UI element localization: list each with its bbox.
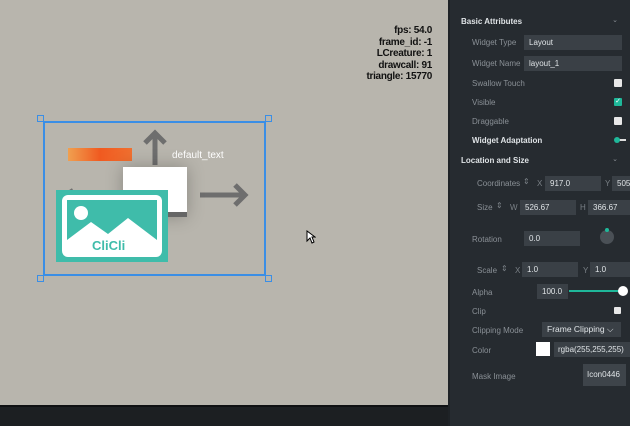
y-label: Y [605,179,611,188]
mask-image-label: Mask Image [472,372,516,381]
basic-attributes-header[interactable]: Basic Attributes [461,17,522,26]
bottom-bar [0,405,448,426]
swallow-touch-label: Swallow Touch [472,79,525,88]
coordinates-label: Coordinates [477,179,521,188]
chevron-down-icon: ⌵ [604,324,614,334]
scale-label: Scale [477,266,498,275]
h-label: H [580,203,586,212]
scale-x-label: X [515,266,521,275]
lcreature: LCreature: 1 [376,48,433,59]
clip-label: Clip [472,307,486,316]
mouse-cursor-icon [306,230,316,244]
alpha-slider-knob[interactable] [618,286,628,296]
color-field[interactable]: rgba(255,255,255) [554,342,630,357]
widget-name-field[interactable]: layout_1 [524,56,622,71]
scale-x-field[interactable]: 1.0 [522,262,578,277]
properties-panel: Basic Attributes ⌄ Widget Type Layout Wi… [450,0,630,426]
scene-canvas[interactable]: fps: 54.0 frame_id: -1 LCreature: 1 draw… [0,0,448,405]
mask-image-button[interactable]: Icon0446 [583,364,626,386]
visible-label: Visible [472,98,496,107]
scale-y-field[interactable]: 1.0 [590,262,630,277]
height-field[interactable]: 366.67 [588,200,630,215]
link-icon[interactable]: ⇕ [496,201,503,210]
rotation-label: Rotation [472,235,502,244]
selection-box[interactable] [43,121,266,276]
rotation-dial[interactable] [600,228,614,244]
swallow-touch-checkbox[interactable] [614,79,622,87]
clipping-mode-dropdown[interactable]: Frame Clipping ⌵ [542,322,621,337]
widget-adaptation-toggle[interactable] [614,137,626,143]
widget-adaptation-label: Widget Adaptation [472,136,543,145]
size-label: Size [477,203,493,212]
clip-checkbox[interactable] [614,307,621,314]
y-field[interactable]: 505. [612,176,630,191]
fps: fps: 54.0 [394,25,432,36]
color-swatch[interactable] [536,342,550,356]
draggable-label: Draggable [472,117,509,126]
alpha-slider[interactable] [569,286,628,296]
link-icon[interactable]: ⇕ [523,177,530,186]
rotation-field[interactable]: 0.0 [524,231,580,246]
triangle: triangle: 15770 [366,71,432,82]
x-label: X [537,179,543,188]
clipping-mode-label: Clipping Mode [472,326,524,335]
width-field[interactable]: 526.67 [520,200,576,215]
chevron-down-icon[interactable]: ⌄ [612,16,618,24]
alpha-slider-fill [569,290,623,292]
widget-type-field: Layout [524,35,622,50]
draggable-checkbox[interactable] [614,117,622,125]
chevron-down-icon[interactable]: ⌄ [612,155,618,163]
drawcall: drawcall: 91 [378,59,432,71]
resize-handle-br[interactable] [265,275,272,282]
x-field[interactable]: 917.0 [545,176,601,191]
color-label: Color [472,346,492,355]
clipping-mode-value: Frame Clipping [547,324,605,334]
link-icon[interactable]: ⇕ [501,264,508,273]
visible-checkbox[interactable]: ✓ [614,98,622,106]
frame-id: frame_id: -1 [378,36,432,48]
stats-overlay: fps: 54.0 frame_id: -1 LCreature: 1 draw… [366,25,432,83]
scale-y-label: Y [583,266,589,275]
resize-handle-tr[interactable] [265,115,272,122]
alpha-field[interactable]: 100.0 [537,284,568,299]
widget-type-label: Widget Type [472,38,517,47]
w-label: W [510,203,518,212]
widget-name-label: Widget Name [472,59,521,68]
resize-handle-tl[interactable] [37,115,44,122]
location-size-header[interactable]: Location and Size [461,156,529,165]
resize-handle-bl[interactable] [37,275,44,282]
alpha-label: Alpha [472,288,493,297]
